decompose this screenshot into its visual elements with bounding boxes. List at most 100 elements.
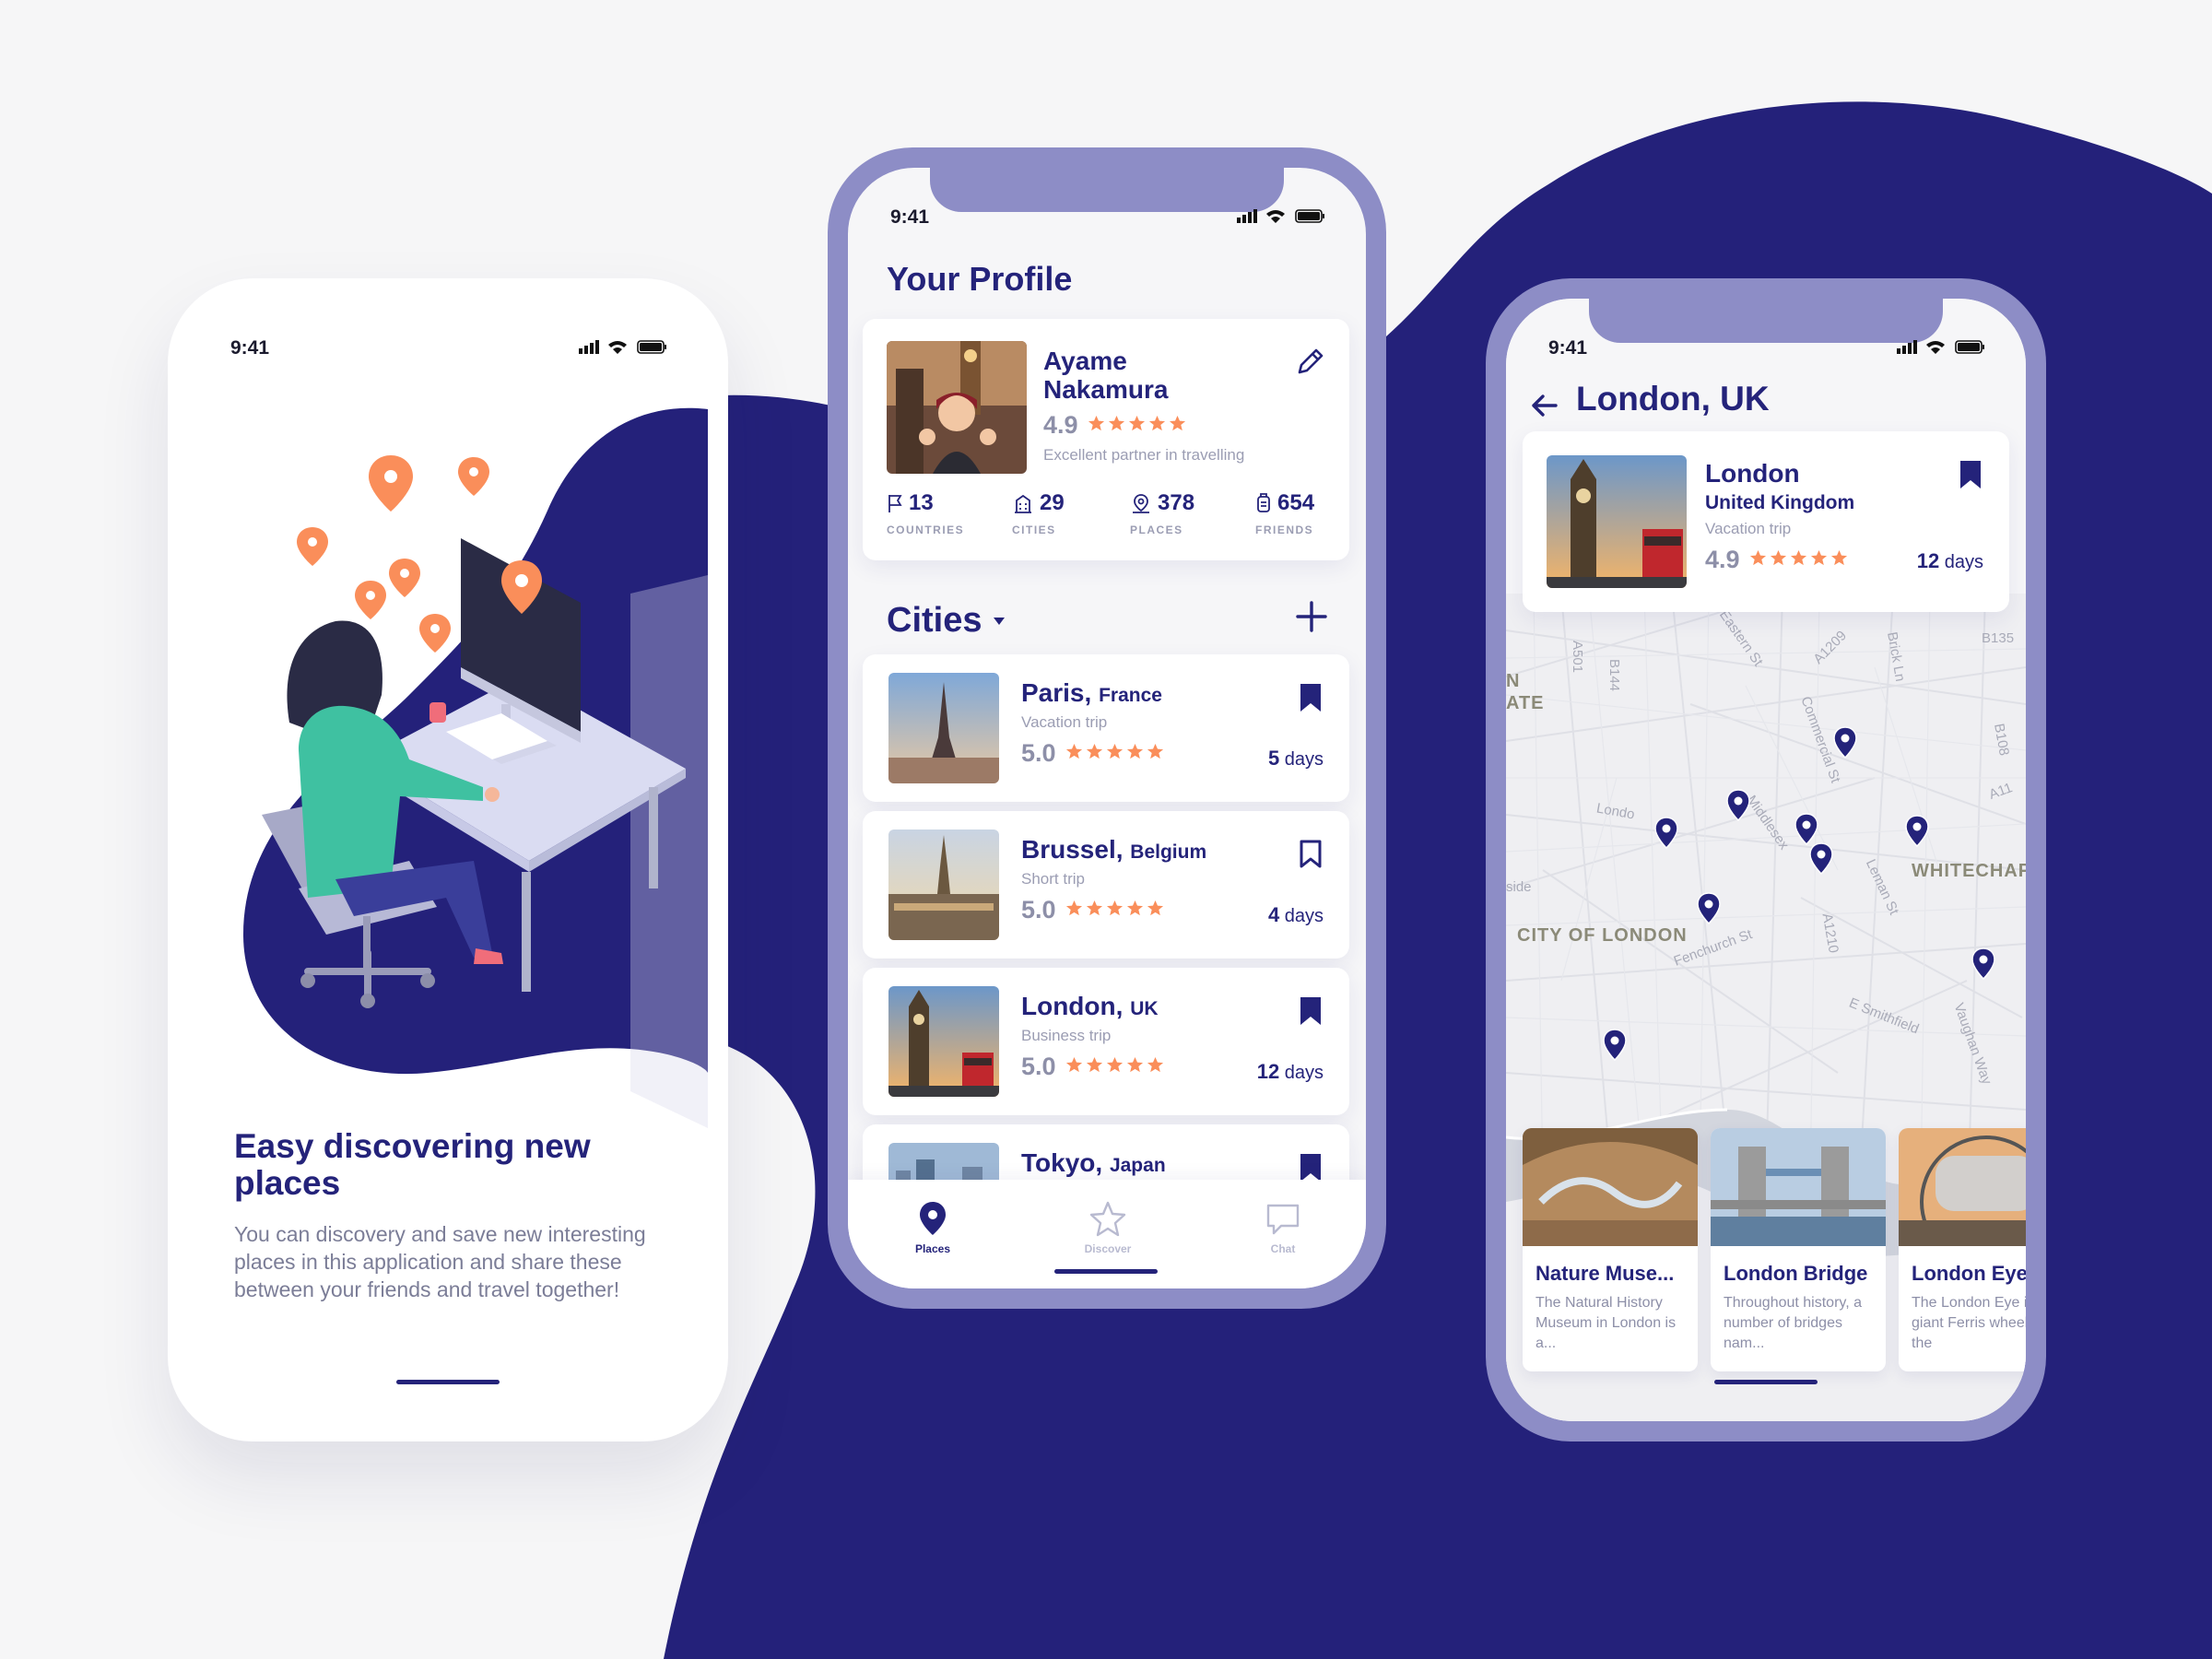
stat-label: FRIENDS (1255, 524, 1314, 536)
star-icon (1086, 1056, 1103, 1078)
attraction-photo (1899, 1128, 2026, 1268)
stat-label: COUNTRIES (887, 524, 965, 536)
star-icon (1830, 549, 1848, 571)
city-title: Brussel (1021, 835, 1116, 864)
map-pin-icon[interactable] (1696, 892, 1722, 925)
star-icon (1126, 900, 1144, 922)
map-pin-icon[interactable] (1808, 842, 1834, 876)
tab-places[interactable]: Places (877, 1198, 988, 1255)
home-indicator[interactable] (396, 1380, 500, 1384)
star-icon (1147, 743, 1164, 765)
bookmark-filled-icon[interactable] (1958, 459, 1983, 490)
status-icons (579, 340, 666, 354)
days-unit: days (1284, 749, 1324, 770)
star-icon (1810, 549, 1828, 571)
attraction-description: The Natural History Museum in London is … (1535, 1295, 1677, 1351)
add-city-button[interactable] (1294, 599, 1329, 634)
star-icon (1106, 743, 1124, 765)
city-country: Japan (1109, 1155, 1166, 1176)
rating-stars (1065, 1056, 1164, 1078)
bookmark-filled-icon[interactable] (1298, 995, 1324, 1027)
cities-dropdown[interactable]: Cities (887, 601, 1006, 641)
friends-icon (1257, 493, 1270, 512)
map-pin-icon[interactable] (1602, 1029, 1628, 1062)
star-icon (1147, 900, 1164, 922)
profile-photo (887, 341, 1027, 474)
bookmark-filled-icon[interactable] (1298, 1152, 1324, 1183)
attraction-card-london-bridge[interactable]: London Bridge Throughout history, a numb… (1711, 1128, 1886, 1371)
city-name: Paris, France (1021, 678, 1162, 707)
trip-duration: 12 days (1917, 549, 1983, 573)
tab-bar: Places Discover Chat (848, 1180, 1366, 1288)
onboarding-title: Easy discovering new places (234, 1127, 591, 1202)
star-icon (1148, 415, 1166, 437)
rating-value: 5.0 (1021, 1053, 1056, 1080)
city-card-brussel[interactable]: Brussel, Belgium Short trip 5.0 4 days (863, 811, 1349, 959)
trip-type: Business trip (1021, 1027, 1112, 1044)
place-screen: CITY OF LONDON WHITECHAP ATE N Fenchurch… (1506, 299, 2026, 1421)
notch (930, 168, 1284, 212)
star-icon (1126, 743, 1144, 765)
map-pin-icon[interactable] (1725, 789, 1751, 822)
status-time: 9:41 (1548, 337, 1588, 359)
status-time: 9:41 (890, 206, 930, 228)
trip-city-name: London (1705, 459, 1800, 488)
days-number: 12 (1916, 549, 1940, 572)
days-number: 12 (1256, 1060, 1280, 1083)
chat-icon (1266, 1204, 1300, 1235)
attraction-description: Throughout history, a number of bridges … (1724, 1295, 1863, 1351)
city-name: London, UK (1021, 992, 1159, 1020)
city-photo-brussel (888, 830, 999, 940)
place-pin-icon (1133, 494, 1149, 513)
stat-value: 13 (909, 490, 934, 515)
section-title: Cities (887, 601, 982, 640)
map-street-label: B144 (1606, 658, 1623, 692)
rating-value: 4.9 (1043, 411, 1078, 439)
phone-onboarding: 9:41 Easy discovering new places You can… (168, 278, 728, 1441)
edit-pencil-icon[interactable] (1294, 347, 1325, 378)
home-indicator[interactable] (1054, 1269, 1158, 1274)
stat-value: 378 (1158, 490, 1195, 515)
city-card-london[interactable]: London, UK Business trip 5.0 12 days (863, 968, 1349, 1115)
map-pin-icon[interactable] (1653, 817, 1679, 850)
stat-countries: 13 COUNTRIES (887, 490, 964, 536)
bookmark-outline-icon[interactable] (1298, 839, 1324, 870)
attraction-description: The London Eye is a giant Ferris wheel o… (1912, 1295, 2026, 1351)
pin-icon (920, 1202, 946, 1235)
city-title: Paris (1021, 678, 1085, 707)
attraction-card-london-eye[interactable]: London Eye The London Eye is a giant Fer… (1899, 1128, 2026, 1371)
bookmark-filled-icon[interactable] (1298, 682, 1324, 713)
attraction-card-nature-museum[interactable]: Nature Muse... The Natural History Museu… (1523, 1128, 1698, 1371)
profile-card[interactable]: Ayame Nakamura 4.9 Excellent partner in … (863, 319, 1349, 560)
star-icon (1770, 549, 1787, 571)
map-pin-icon[interactable] (1794, 813, 1819, 846)
star-icon (1749, 549, 1767, 571)
rating-stars (1065, 743, 1164, 765)
back-arrow-icon[interactable] (1528, 389, 1561, 422)
stat-label: CITIES (1012, 524, 1056, 536)
star-icon (1086, 743, 1103, 765)
trip-type: Short trip (1021, 870, 1085, 888)
home-indicator[interactable] (1714, 1380, 1818, 1384)
profile-rating: 4.9 (1043, 411, 1186, 440)
map-street-label: B135 (1982, 630, 2015, 646)
map-pin-icon[interactable] (1971, 947, 1996, 981)
map-pin-icon[interactable] (1904, 815, 1930, 848)
rating-stars (1088, 415, 1186, 437)
person-at-desk-illustration (262, 455, 686, 1008)
city-name: Brussel, Belgium (1021, 835, 1207, 864)
city-photo-london (888, 986, 999, 1097)
tab-chat[interactable]: Chat (1228, 1198, 1338, 1255)
trip-card[interactable]: London United Kingdom Vacation trip 4.9 … (1523, 431, 2009, 612)
stat-cities: 29 CITIES (1012, 490, 1065, 536)
rating-stars (1749, 549, 1848, 571)
tab-discover[interactable]: Discover (1053, 1198, 1163, 1255)
star-icon (1088, 415, 1105, 437)
days-unit: days (1284, 906, 1324, 926)
map-pin-icon[interactable] (1832, 726, 1858, 759)
star-icon (1106, 1056, 1124, 1078)
notch (1589, 299, 1943, 343)
city-rating: 5.0 (1021, 1053, 1164, 1081)
star-icon (1790, 549, 1807, 571)
city-card-paris[interactable]: Paris, France Vacation trip 5.0 5 days (863, 654, 1349, 802)
